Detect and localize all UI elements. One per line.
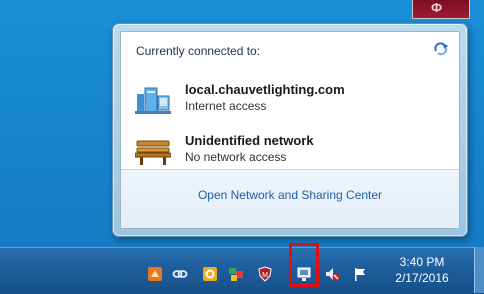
network-icon-highlight-box [289,243,319,287]
network-name: local.chauvetlighting.com [185,82,345,97]
connected-to-header: Currently connected to: [136,44,261,58]
outlook-tray-icon[interactable] [202,266,218,282]
show-desktop-button[interactable] [474,247,484,293]
orange-app-tray-icon[interactable] [147,266,163,282]
clock-time: 3:40 PM [399,255,445,269]
clock-date: 2/17/2016 [395,271,449,285]
network-flyout: Currently connected to: local.chauvetlig… [112,23,468,237]
window-glyph-icon: Ф [431,0,443,15]
domain-network-icon [135,87,171,114]
volume-muted-tray-icon[interactable] [324,266,340,282]
svg-text:M: M [262,272,268,279]
taskbar-clock[interactable]: 3:40 PM 2/17/2016 [380,254,464,286]
network-name: Unidentified network [185,133,314,148]
refresh-icon[interactable] [433,42,449,56]
network-flyout-panel: Currently connected to: local.chauvetlig… [120,31,460,229]
network-status: Internet access [185,99,267,113]
flyout-footer: Open Network and Sharing Center [121,169,459,228]
background-window-corner: Ф [412,0,470,19]
open-network-sharing-center-link[interactable]: Open Network and Sharing Center [121,188,459,202]
network-status: No network access [185,150,287,164]
colorful-app-tray-icon[interactable] [228,266,244,282]
link-tray-icon[interactable] [172,266,188,282]
action-center-flag-icon[interactable] [352,266,368,282]
network-item-domain[interactable]: local.chauvetlighting.com Internet acces… [135,82,435,118]
network-item-unidentified[interactable]: Unidentified network No network access [135,133,435,169]
public-network-bench-icon [135,140,171,165]
security-shield-tray-icon[interactable]: M [257,266,273,282]
